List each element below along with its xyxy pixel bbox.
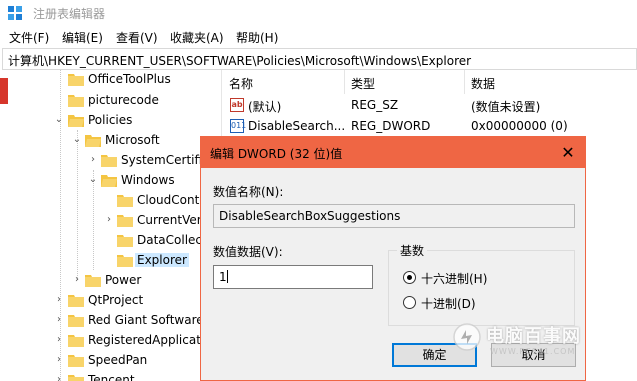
tree-item-label: Policies [88,113,133,127]
tree-item-microsoft[interactable]: ⌄ Microsoft [0,131,221,151]
registry-tree[interactable]: OfficeToolPlus picturecode ⌄ Policies ⌄ … [0,70,222,381]
radio-button[interactable] [403,296,416,309]
value-name-text: DisableSearchBoxSuggestions [219,209,401,223]
chevron-down-icon[interactable]: ⌄ [88,173,98,187]
tree-item-label: OfficeToolPlus [88,72,171,86]
text-cursor [226,270,228,283]
chevron-right-icon[interactable]: › [72,273,82,287]
watermark-text: 电脑百事网 [486,326,581,347]
menu-file[interactable]: 文件(F) [9,29,49,46]
radio-hex-label: 十六进制(H) [421,272,488,286]
folder-icon [117,195,133,207]
tree-item-label: Explorer [135,253,189,267]
tree-item-systemcertificates[interactable]: › SystemCertificates [0,151,221,171]
string-value-icon: ab [230,98,244,112]
chevron-right-icon[interactable]: › [54,293,64,307]
watermark-url: WWW.PC841.COM [490,347,576,356]
value-data: 0x00000000 (0) [471,119,568,133]
chevron-right-icon[interactable]: › [88,153,98,167]
address-bar[interactable]: 计算机\HKEY_CURRENT_USER\SOFTWARE\Policies\… [2,48,637,70]
base-group: 基数 十六进制(H) 十进制(D) [388,242,575,326]
tree-item-cloudcontent[interactable]: CloudContent [0,191,221,211]
menu-view[interactable]: 查看(V) [116,29,158,46]
folder-icon [68,74,84,86]
folder-open-icon [85,135,101,147]
window-title: 注册表编辑器 [33,7,106,21]
watermark-logo-icon [453,323,481,351]
base-group-label: 基数 [397,242,428,259]
value-name-field: DisableSearchBoxSuggestions [213,204,575,228]
value-name: DisableSearch... [248,119,346,133]
folder-icon [117,255,133,267]
folder-icon [117,235,133,247]
value-name-label: 数值名称(N): [213,185,284,199]
folder-icon [68,295,84,307]
value-row[interactable]: 011 DisableSearch... REG_DWORD 0x0000000… [223,116,637,136]
tree-item-label: Red Giant Software [88,313,204,327]
tree-item-registeredapplications[interactable]: › RegisteredApplications [0,331,221,351]
address-path: 计算机\HKEY_CURRENT_USER\SOFTWARE\Policies\… [8,54,472,68]
folder-icon [68,335,84,347]
site-watermark: 电脑百事网 WWW.PC841.COM [452,320,637,370]
folder-icon [85,275,101,287]
registry-editor-icon [8,6,22,20]
chevron-right-icon[interactable]: › [54,313,64,327]
tree-item-speedpan[interactable]: › SpeedPan [0,351,221,371]
tree-item-tencent[interactable]: › Tencent [0,371,221,381]
tree-item-officetoolplus[interactable]: OfficeToolPlus [0,70,221,90]
value-data-label: 数值数据(V): [213,245,283,259]
dialog-title-bar[interactable]: 编辑 DWORD (32 位)值 ✕ [201,137,585,168]
value-data: (数值未设置) [471,100,541,114]
folder-icon [101,155,117,167]
column-header-type[interactable]: 类型 [345,70,465,94]
column-header-name[interactable]: 名称 [223,70,345,94]
folder-icon [68,95,84,107]
chevron-right-icon[interactable]: › [104,213,114,227]
folder-icon [68,355,84,367]
value-type: REG_SZ [351,98,399,112]
folder-icon [68,375,84,381]
column-header-data[interactable]: 数据 [465,70,637,94]
folder-icon [117,215,133,227]
menu-help[interactable]: 帮助(H) [236,29,278,46]
tree-item-currentversion[interactable]: › CurrentVersion [0,211,221,231]
tree-item-label: Power [105,273,142,287]
menu-favorites[interactable]: 收藏夹(A) [170,29,224,46]
folder-open-icon [101,175,117,187]
chevron-down-icon[interactable]: ⌄ [54,113,64,127]
tree-item-label: SpeedPan [88,353,148,367]
tree-item-policies[interactable]: ⌄ Policies [0,111,221,131]
tree-item-red-giant-software[interactable]: › Red Giant Software [0,311,221,331]
chevron-right-icon[interactable]: › [54,333,64,347]
folder-icon [68,315,84,327]
value-data-input[interactable]: 1 [213,265,373,289]
title-bar: 注册表编辑器 [0,0,637,26]
menu-bar: 文件(F) 编辑(E) 查看(V) 收藏夹(A) 帮助(H) [0,26,637,48]
value-data-text: 1 [219,270,227,284]
radio-button-checked[interactable] [403,271,416,284]
tree-item-label: Windows [121,173,175,187]
chevron-down-icon[interactable]: ⌄ [72,133,82,147]
value-name: (默认) [248,100,282,114]
tree-item-label: Tencent [88,373,135,381]
tree-item-label: picturecode [88,93,159,107]
dialog-title: 编辑 DWORD (32 位)值 [210,147,343,161]
folder-open-icon [68,115,84,127]
tree-item-label: Microsoft [105,133,160,147]
radio-dec-label: 十进制(D) [421,297,476,311]
close-icon[interactable]: ✕ [557,142,579,164]
chevron-right-icon[interactable]: › [54,353,64,367]
dword-value-icon: 011 [230,119,246,133]
tree-item-datacollection[interactable]: DataCollection [0,231,221,251]
value-row[interactable]: ab (默认) REG_SZ (数值未设置) [223,95,637,115]
tree-item-windows[interactable]: ⌄ Windows [0,171,221,191]
tree-item-picturecode[interactable]: picturecode [0,91,221,111]
tree-item-label: QtProject [88,293,144,307]
chevron-right-icon[interactable]: › [54,373,64,381]
value-type: REG_DWORD [351,119,431,133]
tree-item-explorer[interactable]: Explorer [0,251,221,271]
tree-item-qtproject[interactable]: › QtProject [0,291,221,311]
menu-edit[interactable]: 编辑(E) [62,29,103,46]
tree-item-power[interactable]: › Power [0,271,221,291]
